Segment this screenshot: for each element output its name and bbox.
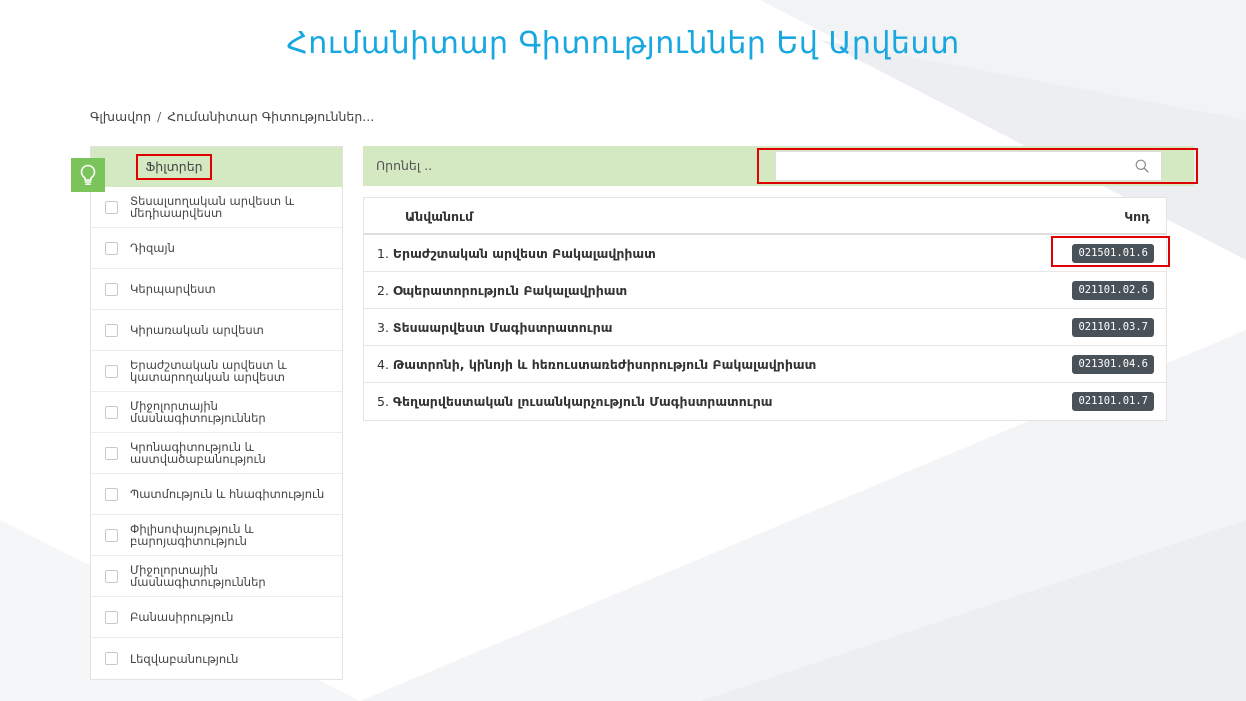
row-name-link[interactable]: Տեսաարվեստ Մագիստրատուրա	[393, 320, 613, 335]
filter-label: Պատմություն և հնագիտություն	[130, 487, 325, 501]
search-label: Որոնել ..	[376, 158, 433, 173]
filter-checkbox[interactable]	[105, 446, 118, 460]
row-index: 2.	[377, 283, 389, 298]
filter-item-applied-arts[interactable]: Կիրառական արվեստ	[91, 310, 342, 351]
lightbulb-icon	[71, 158, 105, 192]
row-title: 5. Գեղարվեստական լուսանկարչություն Մագիս…	[377, 394, 773, 409]
filter-label: Կերպարվեստ	[130, 282, 216, 296]
filter-label: Միջոլորտային մասնագիտություններ	[130, 563, 266, 589]
page-title: Հումանիտար Գիտություններ Եվ Արվեստ	[286, 26, 960, 61]
row-title: 4. Թատրոնի, կինոյի և հեռուստառեժիսորությ…	[377, 357, 816, 372]
code-badge: 021101.02.6	[1072, 281, 1154, 300]
filter-label: Բանասիրություն	[130, 610, 234, 624]
filter-checkbox[interactable]	[105, 487, 118, 501]
filter-label: Տեսալսողական արվեստ և մեդիաարվեստ	[130, 194, 295, 220]
filter-item-music-performing[interactable]: Երաժշտական արվեստ և կատարողական արվեստ	[91, 351, 342, 392]
filter-item-philology[interactable]: Բանասիրություն	[91, 597, 342, 638]
code-badge: 021101.01.7	[1072, 392, 1154, 411]
filter-label: Կրոնագիտություն և աստվածաբանություն	[130, 440, 266, 466]
row-index: 5.	[377, 394, 389, 409]
search-bar: Որոնել ..	[363, 146, 1194, 186]
search-field	[775, 151, 1162, 181]
filter-checkbox[interactable]	[105, 405, 118, 419]
table-row[interactable]: 5. Գեղարվեստական լուսանկարչություն Մագիս…	[364, 383, 1166, 420]
filter-item-religion[interactable]: Կրոնագիտություն և աստվածաբանություն	[91, 433, 342, 474]
code-badge: 021501.01.6	[1072, 244, 1154, 263]
table-row[interactable]: 1. Երաժշտական արվեստ Բակալավրիատ 021501.…	[364, 235, 1166, 272]
filter-checkbox[interactable]	[105, 652, 118, 665]
filter-item-philosophy[interactable]: Փիլիսոփայություն և բարոյագիտություն	[91, 515, 342, 556]
filter-sidebar: Ֆիլտրեր Տեսալսողական արվեստ և մեդիաարվես…	[71, 146, 343, 680]
row-title: 2. Օպերատորություն Բակալավրիատ	[377, 283, 627, 298]
filter-label: Դիզայն	[130, 241, 175, 255]
filter-checkbox[interactable]	[105, 569, 118, 583]
breadcrumb-current: Հումանիտար Գիտություններ...	[167, 109, 375, 124]
filters-title: Ֆիլտրեր	[129, 147, 219, 187]
table-row[interactable]: 4. Թատրոնի, կինոյի և հեռուստառեժիսորությ…	[364, 346, 1166, 383]
results-table: Անվանում Կոդ 1. Երաժշտական արվեստ Բակալա…	[363, 197, 1167, 421]
row-title: 1. Երաժշտական արվեստ Բակալավրիատ	[377, 246, 656, 261]
code-badge: 021101.03.7	[1072, 318, 1154, 337]
row-name-link[interactable]: Օպերատորություն Բակալավրիատ	[393, 283, 627, 298]
filter-item-design[interactable]: Դիզայն	[91, 228, 342, 269]
filter-checkbox[interactable]	[105, 323, 118, 337]
row-index: 3.	[377, 320, 389, 335]
filter-header: Ֆիլտրեր	[71, 147, 342, 192]
filter-item-linguistics[interactable]: Լեզվաբանություն	[91, 638, 342, 679]
filter-checkbox[interactable]	[105, 282, 118, 296]
page: Հումանիտար Գիտություններ Եվ Արվեստ Գլխավ…	[0, 0, 1246, 701]
filter-label: Միջոլորտային մասնագիտություններ	[130, 399, 266, 425]
row-title: 3. Տեսաարվեստ Մագիստրատուրա	[377, 320, 613, 335]
filter-label: Երաժշտական արվեստ և կատարողական արվեստ	[130, 358, 287, 384]
table-header: Անվանում Կոդ	[364, 198, 1166, 235]
breadcrumb: Գլխավոր / Հումանիտար Գիտություններ...	[90, 109, 374, 124]
row-name-link[interactable]: Երաժշտական արվեստ Բակալավրիատ	[393, 246, 656, 261]
row-name-link[interactable]: Թատրոնի, կինոյի և հեռուստառեժիսորություն…	[393, 357, 816, 372]
row-index: 1.	[377, 246, 389, 261]
filter-checkbox[interactable]	[105, 241, 118, 255]
search-input[interactable]	[776, 152, 1161, 180]
filter-checkbox[interactable]	[105, 528, 118, 542]
filter-list: Տեսալսողական արվեստ և մեդիաարվեստ Դիզայն…	[91, 187, 342, 679]
filter-item-history[interactable]: Պատմություն և հնագիտություն	[91, 474, 342, 515]
filter-label: Լեզվաբանություն	[130, 651, 239, 666]
column-header-name: Անվանում	[405, 209, 474, 224]
filter-item-fine-arts[interactable]: Կերպարվեստ	[91, 269, 342, 310]
filter-checkbox[interactable]	[105, 610, 118, 624]
breadcrumb-home[interactable]: Գլխավոր	[90, 109, 151, 124]
row-name-link[interactable]: Գեղարվեստական լուսանկարչություն Մագիստրա…	[393, 394, 773, 409]
filter-item-interdisciplinary-2[interactable]: Միջոլորտային մասնագիտություններ	[91, 556, 342, 597]
column-header-code: Կոդ	[1124, 209, 1150, 224]
table-row[interactable]: 2. Օպերատորություն Բակալավրիատ 021101.02…	[364, 272, 1166, 309]
filter-item-audiovisual[interactable]: Տեսալսողական արվեստ և մեդիաարվեստ	[91, 187, 342, 228]
code-badge: 021301.04.6	[1072, 355, 1154, 374]
table-row[interactable]: 3. Տեսաարվեստ Մագիստրատուրա 021101.03.7	[364, 309, 1166, 346]
filter-checkbox[interactable]	[105, 364, 118, 378]
filter-checkbox[interactable]	[105, 200, 118, 214]
breadcrumb-separator: /	[157, 109, 162, 124]
filter-label: Փիլիսոփայություն և բարոյագիտություն	[130, 522, 254, 548]
search-icon[interactable]	[1135, 159, 1149, 173]
filter-label: Կիրառական արվեստ	[130, 323, 264, 337]
filter-item-interdisciplinary[interactable]: Միջոլորտային մասնագիտություններ	[91, 392, 342, 433]
row-index: 4.	[377, 357, 389, 372]
